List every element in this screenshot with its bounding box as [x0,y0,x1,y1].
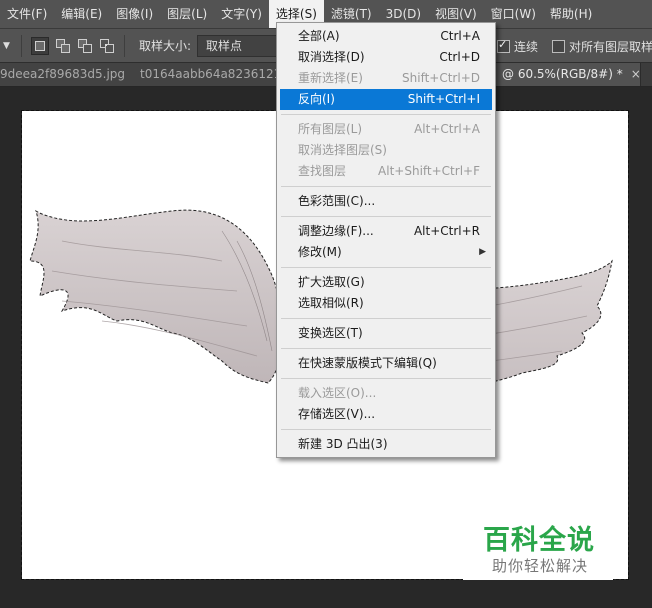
menu-item-label: 扩大选取(G) [298,275,365,289]
menu-item-shortcut: Ctrl+A [440,29,480,43]
menu-item-load-selection[interactable]: 载入选区(O)... [280,383,492,404]
menu-item-all-layers[interactable]: 所有图层(L) Alt+Ctrl+A [280,119,492,140]
menu-item-label: 存储选区(V)... [298,407,376,421]
tab-label: @ 60.5%(RGB/8#) * [502,67,623,81]
menu-item-shortcut: Shift+Ctrl+D [402,71,480,85]
menu-item-label: 变换选区(T) [298,326,363,340]
menu-item-label: 色彩范围(C)... [298,194,376,208]
menu-item-label: 取消选择(D) [298,50,365,64]
sample-all-layers-checkbox[interactable] [552,40,565,53]
menu-item-label: 反向(I) [298,92,335,106]
menu-item-label: 新建 3D 凸出(3) [298,437,388,451]
menu-edit[interactable]: 编辑(E) [54,0,109,28]
menu-item-refine-edge[interactable]: 调整边缘(F)... Alt+Ctrl+R [280,221,492,242]
menu-separator [281,429,491,430]
tab-document-1[interactable]: 9deea2f89683d5.jpg× [0,63,137,86]
menu-separator [281,348,491,349]
menu-item-save-selection[interactable]: 存储选区(V)... [280,404,492,425]
menu-item-inverse[interactable]: 反向(I) Shift+Ctrl+I [280,89,492,110]
menu-item-label: 查找图层 [298,164,347,178]
select-menu-dropdown: 全部(A) Ctrl+A 取消选择(D) Ctrl+D 重新选择(E) Shif… [276,22,496,458]
menu-file[interactable]: 文件(F) [0,0,54,28]
menu-separator [281,378,491,379]
menu-item-reselect[interactable]: 重新选择(E) Shift+Ctrl+D [280,68,492,89]
menu-help[interactable]: 帮助(H) [543,0,599,28]
menu-item-label: 所有图层(L) [298,122,363,136]
menu-item-modify[interactable]: 修改(M) ▶ [280,242,492,263]
tool-preset-arrow-icon[interactable]: ▼ [3,41,15,51]
menu-item-similar[interactable]: 选取相似(R) [280,293,492,314]
menu-item-label: 载入选区(O)... [298,386,377,400]
add-to-selection-mode-icon[interactable] [55,38,71,54]
menu-item-label: 在快速蒙版模式下编辑(Q) [298,356,437,370]
menu-separator [281,267,491,268]
contiguous-checkbox[interactable] [497,38,510,53]
subtract-from-selection-mode-icon[interactable] [77,38,93,54]
menu-item-label: 全部(A) [298,29,340,43]
sample-size-select[interactable]: 取样点 [197,34,288,57]
menu-item-label: 修改(M) [298,245,342,259]
menu-item-quick-mask[interactable]: 在快速蒙版模式下编辑(Q) [280,353,492,374]
menu-item-new-3d-extrusion[interactable]: 新建 3D 凸出(3) [280,434,492,455]
intersect-selection-mode-icon[interactable] [99,38,115,54]
divider [124,34,125,57]
submenu-arrow-icon: ▶ [479,247,486,257]
menu-item-deselect[interactable]: 取消选择(D) Ctrl+D [280,47,492,68]
menu-item-label: 选取相似(R) [298,296,364,310]
menu-separator [281,216,491,217]
watermark-title: 百科全说 [483,525,595,556]
menu-item-label: 重新选择(E) [298,71,363,85]
menu-item-find-layers[interactable]: 查找图层 Alt+Shift+Ctrl+F [280,161,492,182]
watermark: 百科全说 助你轻松解决 [463,514,613,580]
menu-item-grow[interactable]: 扩大选取(G) [280,272,492,293]
new-selection-mode-icon[interactable] [31,36,49,55]
tab-document-3[interactable]: @ 60.5%(RGB/8#) * × [494,63,641,86]
menu-item-label: 取消选择图层(S) [298,143,387,157]
menu-item-shortcut: Alt+Ctrl+A [414,122,480,136]
menu-separator [281,186,491,187]
tab-label: t0164aabb64a8236121.j [140,67,289,81]
menu-item-color-range[interactable]: 色彩范围(C)... [280,191,492,212]
close-icon[interactable]: × [631,67,640,81]
tab-label: 9deea2f89683d5.jpg [0,67,126,81]
menu-image[interactable]: 图像(I) [109,0,160,28]
divider [21,34,22,57]
menu-separator [281,318,491,319]
menu-item-shortcut: Alt+Shift+Ctrl+F [378,164,480,178]
menu-item-shortcut: Shift+Ctrl+I [407,92,480,106]
watermark-subtitle: 助你轻松解决 [492,557,589,575]
menu-item-shortcut: Alt+Ctrl+R [413,224,480,238]
menu-item-label: 调整边缘(F)... [298,224,374,238]
sample-all-layers-label: 对所有图层取样 [569,40,652,54]
menu-item-transform-selection[interactable]: 变换选区(T) [280,323,492,344]
contiguous-label: 连续 [514,40,539,54]
tab-document-2[interactable]: t0164aabb64a8236121.j [134,63,291,86]
menu-layer[interactable]: 图层(L) [160,0,214,28]
menu-separator [281,114,491,115]
photoshop-window: 文件(F) 编辑(E) 图像(I) 图层(L) 文字(Y) 选择(S) 滤镜(T… [0,0,652,608]
menu-type[interactable]: 文字(Y) [214,0,269,28]
sample-size-label: 取样大小: [139,39,192,53]
menu-item-select-all[interactable]: 全部(A) Ctrl+A [280,26,492,47]
menu-item-shortcut: Ctrl+D [439,50,480,64]
menu-item-deselect-layers[interactable]: 取消选择图层(S) [280,140,492,161]
